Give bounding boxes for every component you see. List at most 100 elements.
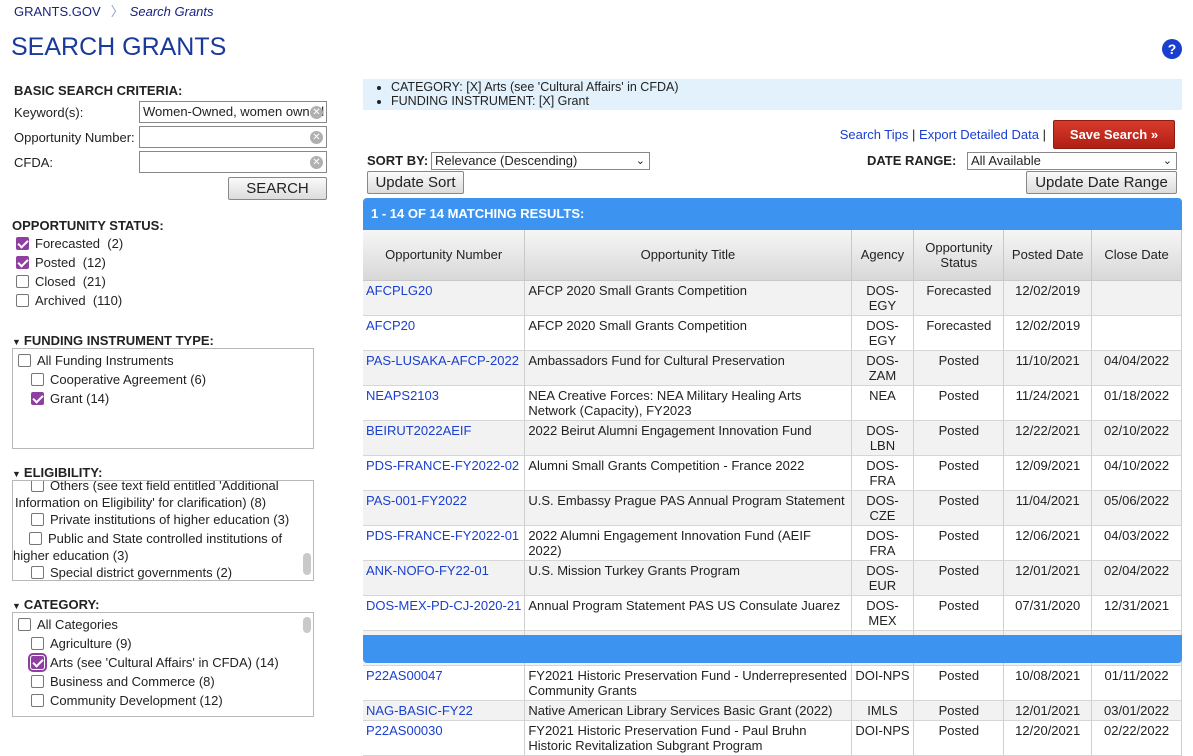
category-agriculture[interactable]: Agriculture (9)	[31, 636, 132, 651]
funding-instrument-heading[interactable]: ▼ FUNDING INSTRUMENT TYPE:	[12, 333, 214, 348]
agency-code: NEA	[851, 385, 915, 421]
search-tips-link[interactable]: Search Tips	[840, 127, 909, 142]
opportunity-status: Posted	[913, 385, 1005, 421]
opportunity-number-input[interactable]: ✕	[139, 126, 327, 148]
category-arts[interactable]: Arts (see 'Cultural Affairs' in CFDA) (1…	[28, 653, 279, 672]
checkbox-icon[interactable]	[31, 694, 44, 707]
opportunity-number-link[interactable]: ANK-NOFO-FY22-01	[366, 563, 489, 578]
cfda-input[interactable]: ✕	[139, 151, 327, 173]
status-forecasted[interactable]: Forecasted (2)	[16, 236, 123, 251]
export-detailed-data-link[interactable]: Export Detailed Data	[919, 127, 1039, 142]
agency-code: DOI-NPS	[851, 720, 915, 756]
date-range-select[interactable]: All Available ⌄	[967, 152, 1177, 170]
cell-number: ANK-NOFO-FY22-01	[363, 560, 526, 596]
category-heading[interactable]: ▼ CATEGORY:	[12, 597, 100, 612]
column-header-posted[interactable]: Posted Date	[1003, 230, 1093, 281]
checkbox-checked-icon[interactable]	[16, 237, 29, 250]
checkbox-icon[interactable]	[31, 675, 44, 688]
sort-by-label: SORT BY:	[367, 153, 429, 168]
agency-code: DOS-MEX	[851, 595, 915, 631]
funding-grant[interactable]: Grant (14)	[31, 391, 109, 406]
category-business-commerce[interactable]: Business and Commerce (8)	[31, 674, 215, 689]
posted-date: 10/08/2021	[1003, 665, 1093, 701]
collapse-triangle-icon[interactable]: ▼	[12, 601, 21, 611]
column-header-number[interactable]: Opportunity Number	[363, 230, 526, 281]
status-archived[interactable]: Archived (110)	[16, 293, 122, 308]
status-closed[interactable]: Closed (21)	[16, 274, 106, 289]
table-row: AFCPLG20 AFCP 2020 Small Grants Competiti…	[363, 280, 1182, 316]
chevron-down-icon: ⌄	[1162, 155, 1172, 167]
category-all[interactable]: All Categories	[18, 617, 118, 632]
clear-opportunity-number-icon[interactable]: ✕	[310, 131, 323, 144]
results-footer	[363, 635, 1182, 663]
eligibility-others[interactable]: Others (see text field entitled 'Additio…	[15, 481, 297, 511]
eligibility-special-district[interactable]: Special district governments (2)	[31, 565, 232, 580]
search-button[interactable]: SEARCH	[228, 177, 327, 200]
eligibility-public-institutions[interactable]: Public and State controlled institutions…	[13, 530, 298, 564]
category-scrollbar[interactable]	[303, 617, 311, 633]
checkbox-icon[interactable]	[16, 275, 29, 288]
eligibility-private-institutions[interactable]: Private institutions of higher education…	[31, 512, 289, 527]
funding-instrument-list[interactable]: All Funding Instruments Cooperative Agre…	[12, 348, 314, 449]
sort-by-select[interactable]: Relevance (Descending) ⌄	[431, 152, 650, 170]
clear-keyword-icon[interactable]: ✕	[310, 106, 323, 119]
opportunity-number-link[interactable]: P22AS00047	[366, 668, 443, 683]
checkbox-icon[interactable]	[18, 618, 31, 631]
opportunity-number-link[interactable]: PDS-FRANCE-FY2022-02	[366, 458, 519, 473]
checkbox-icon[interactable]	[16, 294, 29, 307]
category-community-development[interactable]: Community Development (12)	[31, 693, 223, 708]
opportunity-number-link[interactable]: AFCP20	[366, 318, 415, 333]
opportunity-number-link[interactable]: DOS-MEX-PD-CJ-2020-21	[366, 598, 521, 613]
checkbox-checked-icon[interactable]	[31, 392, 44, 405]
checkbox-icon[interactable]	[31, 637, 44, 650]
keyword-input[interactable]: Women-Owned, women owned ✕	[139, 101, 327, 123]
checkbox-icon[interactable]	[31, 566, 44, 579]
checkbox-icon[interactable]	[31, 513, 44, 526]
posted-date: 12/09/2021	[1003, 455, 1093, 491]
opportunity-number-link[interactable]: PAS-LUSAKA-AFCP-2022	[366, 353, 519, 368]
update-date-range-button[interactable]: Update Date Range	[1026, 171, 1177, 194]
column-header-status[interactable]: Opportunity Status	[913, 230, 1005, 281]
opportunity-number-link[interactable]: BEIRUT2022AEIF	[366, 423, 472, 438]
opportunity-number-link[interactable]: P22AS00030	[366, 723, 443, 738]
checkbox-icon[interactable]	[31, 373, 44, 386]
opportunity-number-label: Opportunity Number:	[14, 130, 135, 145]
eligibility-heading[interactable]: ▼ ELIGIBILITY:	[12, 465, 102, 480]
checkbox-icon[interactable]	[31, 481, 44, 492]
chevron-down-icon: ⌄	[635, 155, 645, 167]
close-date: 02/04/2022	[1091, 560, 1182, 596]
opportunity-status: Forecasted	[913, 315, 1005, 351]
opportunity-number-link[interactable]: NAG-BASIC-FY22	[366, 703, 473, 718]
checkbox-icon[interactable]	[29, 532, 42, 545]
collapse-triangle-icon[interactable]: ▼	[12, 469, 21, 479]
column-header-close[interactable]: Close Date	[1091, 230, 1182, 281]
checkbox-checked-icon[interactable]	[28, 653, 47, 672]
opportunity-number-link[interactable]: PAS-001-FY2022	[366, 493, 467, 508]
category-list[interactable]: All Categories Agriculture (9) Arts (see…	[12, 612, 314, 717]
posted-date: 12/06/2021	[1003, 525, 1093, 561]
opportunity-number-link[interactable]: NEAPS2103	[366, 388, 439, 403]
opportunity-status: Posted	[913, 350, 1005, 386]
eligibility-scrollbar[interactable]	[303, 553, 311, 575]
column-header-agency[interactable]: Agency	[851, 230, 915, 281]
help-icon[interactable]: ?	[1162, 39, 1182, 59]
opportunity-title: Annual Program Statement PAS US Consulat…	[524, 595, 852, 631]
eligibility-list[interactable]: Others (see text field entitled 'Additio…	[12, 480, 314, 581]
column-header-title[interactable]: Opportunity Title	[524, 230, 852, 281]
update-sort-button[interactable]: Update Sort	[367, 171, 464, 194]
opportunity-status: Posted	[913, 665, 1005, 701]
opportunity-number-link[interactable]: AFCPLG20	[366, 283, 432, 298]
checkbox-icon[interactable]	[18, 354, 31, 367]
table-row: BEIRUT2022AEIF 2022 Beirut Alumni Engagem…	[363, 420, 1182, 456]
checkbox-checked-icon[interactable]	[16, 256, 29, 269]
opportunity-title: FY2021 Historic Preservation Fund - Unde…	[524, 665, 852, 701]
opportunity-title: Alumni Small Grants Competition - France…	[524, 455, 852, 491]
opportunity-number-link[interactable]: PDS-FRANCE-FY2022-01	[366, 528, 519, 543]
status-posted[interactable]: Posted (12)	[16, 255, 106, 270]
collapse-triangle-icon[interactable]: ▼	[12, 337, 21, 347]
clear-cfda-icon[interactable]: ✕	[310, 156, 323, 169]
funding-all[interactable]: All Funding Instruments	[18, 353, 174, 368]
funding-cooperative-agreement[interactable]: Cooperative Agreement (6)	[31, 372, 206, 387]
save-search-button[interactable]: Save Search »	[1053, 120, 1175, 149]
result-links: Search Tips | Export Detailed Data |	[839, 127, 1046, 142]
